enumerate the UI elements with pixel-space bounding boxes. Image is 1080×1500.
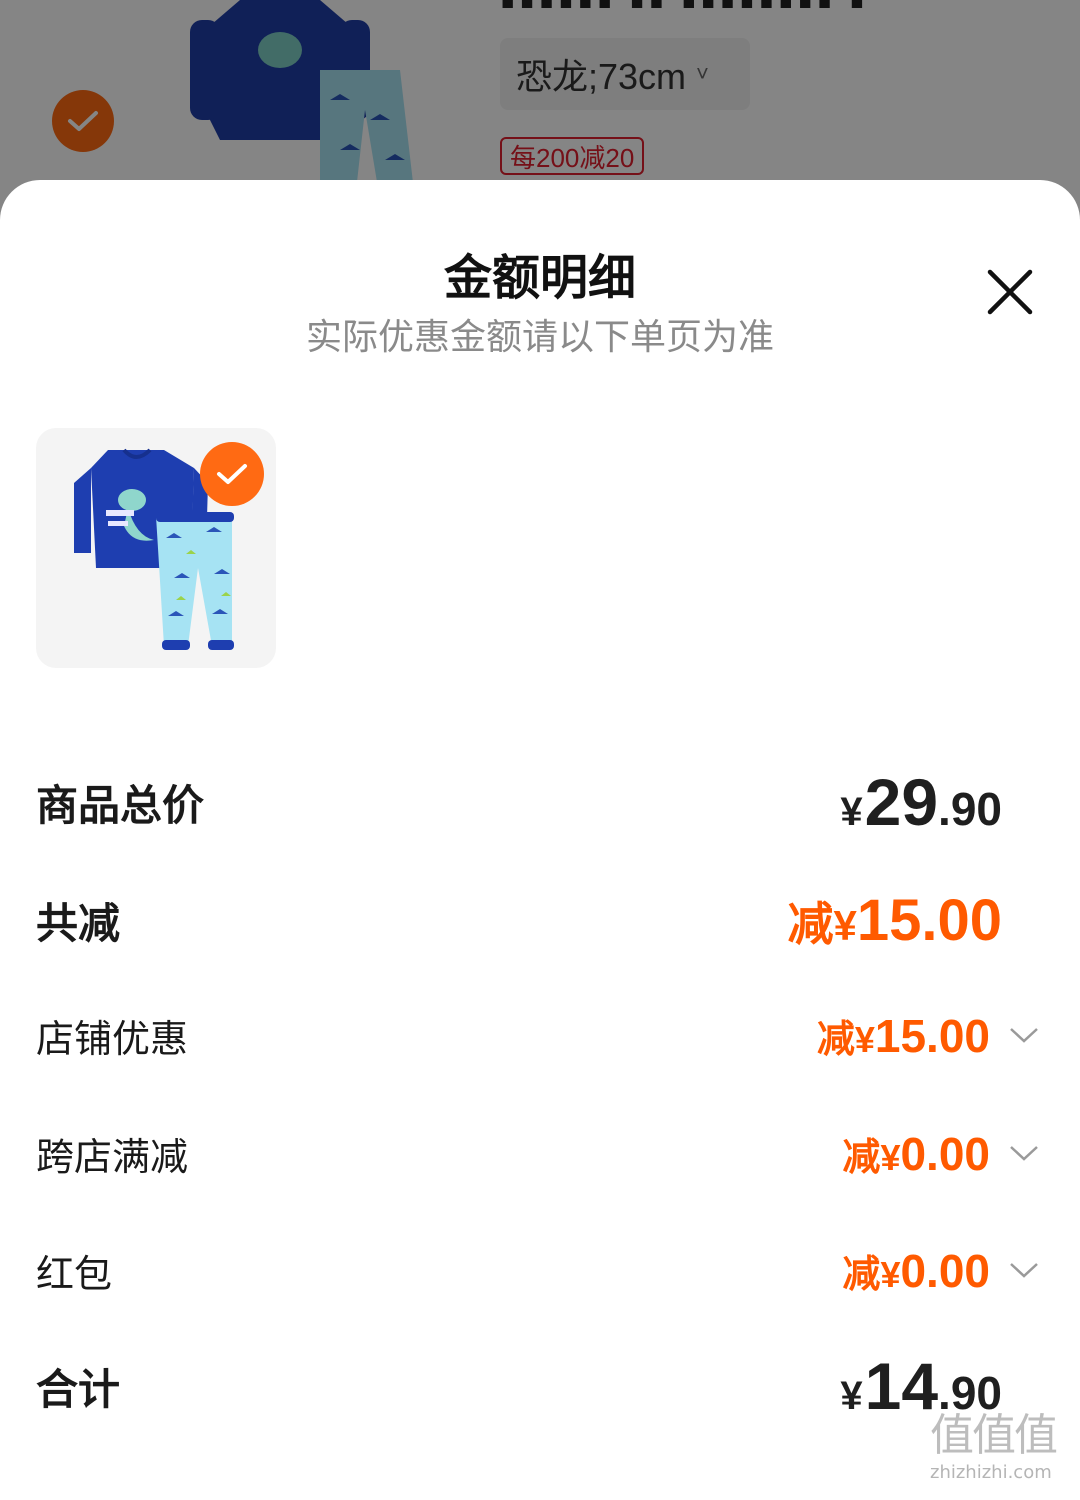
total-discount-amount: 减 ¥ 15.00 — [787, 887, 1046, 954]
red-packet-amount: 减 ¥ 0.00 — [842, 1243, 1046, 1298]
subtotal-row: 商品总价 ¥ 29 .90 — [36, 762, 1046, 842]
red-packet-value: 0.00 — [900, 1244, 990, 1297]
watermark-url: zhizhizhi.com — [930, 1462, 1052, 1483]
grand-total-label: 合计 — [36, 1364, 121, 1414]
chevron-down-icon[interactable] — [1002, 1015, 1046, 1055]
chevron-down-icon[interactable] — [1002, 1133, 1046, 1173]
item-checkbox[interactable] — [200, 442, 264, 506]
cross-store-discount-value: 0.00 — [900, 1127, 990, 1180]
grand-total-row: 合计 ¥ 14 .90 — [36, 1346, 1046, 1426]
currency-symbol: ¥ — [833, 901, 857, 949]
store-discount-amount: 减 ¥ 15.00 — [817, 1008, 1046, 1063]
cross-store-discount-label: 跨店满减 — [36, 1134, 189, 1179]
cross-store-discount-amount: 减 ¥ 0.00 — [842, 1126, 1046, 1181]
grand-total-int: 14 — [864, 1349, 939, 1423]
total-discount-row: 共减 减 ¥ 15.00 — [36, 880, 1046, 960]
cross-store-discount-row[interactable]: 跨店满减 减 ¥ 0.00 — [36, 1118, 1046, 1188]
site-watermark: 值值值 zhizhizhi.com — [930, 1410, 1080, 1490]
subtotal-int: 29 — [864, 765, 939, 839]
currency-symbol: ¥ — [880, 1253, 901, 1295]
total-discount-label: 共减 — [36, 898, 121, 948]
currency-symbol: ¥ — [840, 1374, 863, 1418]
watermark-logo: 值值值 — [930, 1410, 1058, 1461]
red-packet-label: 红包 — [36, 1251, 113, 1296]
discount-prefix: 减 — [816, 1018, 855, 1061]
store-discount-value: 15.00 — [874, 1009, 990, 1062]
sheet-subtitle: 实际优惠金额请以下单页为准 — [305, 317, 774, 358]
chevron-down-icon[interactable] — [1002, 1250, 1046, 1290]
currency-symbol: ¥ — [854, 1018, 875, 1060]
close-icon — [987, 269, 1033, 315]
subtotal-label: 商品总价 — [36, 780, 205, 830]
store-discount-row[interactable]: 店铺优惠 减 ¥ 15.00 — [36, 1000, 1046, 1070]
product-thumbnail[interactable] — [36, 428, 276, 668]
subtotal-dec: .90 — [938, 783, 1002, 835]
discount-prefix: 减 — [842, 1136, 881, 1179]
discount-prefix: 减 — [842, 1253, 881, 1296]
close-button[interactable] — [980, 262, 1040, 322]
sheet-title: 金额明细 — [443, 250, 636, 306]
currency-symbol: ¥ — [840, 790, 863, 834]
total-discount-value: 15.00 — [856, 887, 1002, 953]
currency-symbol: ¥ — [880, 1136, 901, 1178]
check-icon — [217, 464, 247, 484]
discount-prefix: 减 — [787, 897, 834, 950]
subtotal-amount: ¥ 29 .90 — [840, 764, 1046, 840]
store-discount-label: 店铺优惠 — [36, 1016, 189, 1061]
amount-details-sheet: 金额明细 实际优惠金额请以下单页为准 商品总价 ¥ 29 .90 共减 减 ¥ … — [0, 180, 1080, 1500]
red-packet-row[interactable]: 红包 减 ¥ 0.00 — [36, 1235, 1046, 1305]
